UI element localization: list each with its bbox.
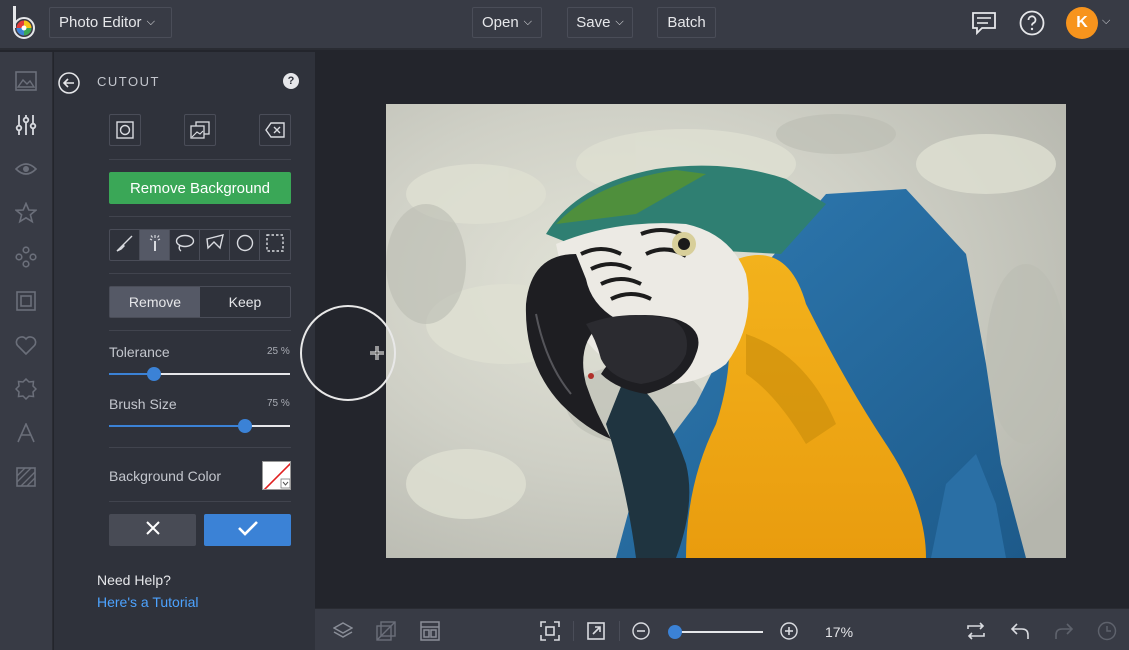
help-icon[interactable] bbox=[1018, 9, 1046, 37]
texture-icon[interactable] bbox=[14, 465, 38, 489]
zoom-percentage: 17% bbox=[825, 624, 854, 640]
brush-icon bbox=[116, 234, 134, 257]
redo-icon[interactable] bbox=[1053, 620, 1075, 642]
need-help-heading: Need Help? bbox=[97, 572, 171, 588]
brush-tool[interactable] bbox=[110, 230, 140, 260]
tolerance-label: Tolerance bbox=[109, 344, 170, 360]
app-logo[interactable] bbox=[10, 6, 40, 42]
divider bbox=[109, 159, 291, 160]
zoom-out-icon[interactable] bbox=[630, 620, 652, 642]
image-icon[interactable] bbox=[14, 69, 38, 93]
feedback-icon[interactable] bbox=[970, 9, 998, 37]
tolerance-slider[interactable] bbox=[109, 367, 290, 381]
rectangle-select-tool[interactable] bbox=[260, 230, 290, 260]
batch-label: Batch bbox=[667, 14, 706, 31]
layers-icon[interactable] bbox=[332, 620, 354, 642]
divider bbox=[109, 330, 291, 331]
save-button[interactable]: Save ⌵ bbox=[567, 7, 633, 38]
template-icon[interactable] bbox=[419, 620, 441, 642]
tutorial-link[interactable]: Here's a Tutorial bbox=[97, 594, 199, 610]
remove-mode-button[interactable]: Remove bbox=[110, 287, 200, 317]
brush-size-slider[interactable] bbox=[109, 419, 290, 433]
cutout-panel: CUTOUT ? Remove Background Remove Keep T… bbox=[54, 52, 315, 650]
tolerance-slider-handle[interactable] bbox=[147, 367, 162, 381]
frame-icon[interactable] bbox=[14, 289, 38, 313]
user-avatar[interactable]: K bbox=[1066, 7, 1098, 39]
circle-icon bbox=[236, 234, 254, 257]
open-button[interactable]: Open ⌵ bbox=[472, 7, 542, 38]
cancel-button[interactable] bbox=[109, 514, 196, 546]
back-arrow-icon[interactable] bbox=[58, 72, 80, 94]
bottom-bar: 17% bbox=[315, 608, 1129, 650]
zoom-slider[interactable] bbox=[675, 631, 763, 633]
chevron-down-icon: ⌵ bbox=[523, 16, 533, 28]
history-icon[interactable] bbox=[1096, 620, 1118, 642]
heart-icon[interactable] bbox=[14, 333, 38, 357]
lasso-tool[interactable] bbox=[170, 230, 200, 260]
magic-wand-icon bbox=[146, 234, 164, 257]
save-label: Save bbox=[576, 14, 611, 31]
adjust-sliders-icon[interactable] bbox=[14, 113, 38, 137]
brush-size-value: 75 % bbox=[267, 398, 290, 409]
brush-size-slider-handle[interactable] bbox=[237, 419, 252, 433]
divider bbox=[573, 621, 574, 641]
photo-parrot[interactable] bbox=[386, 104, 1066, 558]
open-label: Open bbox=[481, 14, 519, 31]
lasso-icon bbox=[175, 234, 195, 257]
ellipse-select-tool[interactable] bbox=[230, 230, 260, 260]
divider bbox=[619, 621, 620, 641]
overlays-icon[interactable] bbox=[14, 245, 38, 269]
dashed-rectangle-icon bbox=[266, 233, 284, 257]
top-bar: Photo Editor ⌵ Open ⌵ Save ⌵ Batch K ⌵ bbox=[0, 0, 1129, 50]
panel-header: CUTOUT ? bbox=[54, 68, 315, 96]
zoom-slider-handle[interactable] bbox=[668, 625, 682, 639]
divider bbox=[109, 501, 291, 502]
badge-icon[interactable] bbox=[14, 377, 38, 401]
magic-wand-tool[interactable] bbox=[140, 230, 170, 260]
remove-keep-toggle: Remove Keep bbox=[109, 286, 291, 318]
eraser-mode-button[interactable] bbox=[259, 114, 291, 146]
tolerance-value: 25 % bbox=[267, 346, 290, 357]
app-switcher-label: Photo Editor bbox=[59, 14, 142, 31]
panel-title: CUTOUT bbox=[97, 74, 160, 89]
text-icon[interactable] bbox=[14, 421, 38, 445]
canvas-area[interactable] bbox=[300, 52, 1129, 608]
fit-to-screen-icon[interactable] bbox=[539, 620, 561, 642]
chevron-down-icon: ⌵ bbox=[615, 16, 624, 28]
chevron-down-icon: ⌵ bbox=[146, 16, 155, 28]
background-color-label: Background Color bbox=[109, 468, 222, 484]
polygon-lasso-icon bbox=[205, 233, 225, 257]
cutout-foreground-mode-button[interactable] bbox=[184, 114, 216, 146]
swap-icon[interactable] bbox=[965, 620, 987, 642]
divider bbox=[109, 447, 291, 448]
star-icon[interactable] bbox=[14, 201, 38, 225]
chevron-down-icon[interactable]: ⌵ bbox=[1102, 15, 1110, 28]
keep-mode-button[interactable]: Keep bbox=[200, 287, 290, 317]
selection-tools bbox=[109, 229, 291, 261]
zoom-in-icon[interactable] bbox=[778, 620, 800, 642]
tool-category-rail bbox=[0, 52, 53, 650]
panel-help-icon[interactable]: ? bbox=[283, 73, 299, 89]
batch-button[interactable]: Batch bbox=[657, 7, 716, 38]
undo-icon[interactable] bbox=[1009, 620, 1031, 642]
divider bbox=[109, 216, 291, 217]
actual-size-icon[interactable] bbox=[585, 620, 607, 642]
checkmark-icon bbox=[237, 520, 258, 541]
compare-icon[interactable] bbox=[375, 620, 397, 642]
eye-icon[interactable] bbox=[14, 157, 38, 181]
background-color-swatch[interactable] bbox=[262, 461, 291, 490]
divider bbox=[109, 273, 291, 274]
remove-background-button[interactable]: Remove Background bbox=[109, 172, 291, 204]
apply-button[interactable] bbox=[204, 514, 291, 546]
close-icon bbox=[145, 520, 160, 540]
app-switcher[interactable]: Photo Editor ⌵ bbox=[49, 7, 172, 38]
crosshair-cursor-icon bbox=[369, 345, 385, 361]
cutout-shape-mode-button[interactable] bbox=[109, 114, 141, 146]
polygon-lasso-tool[interactable] bbox=[200, 230, 230, 260]
brush-size-label: Brush Size bbox=[109, 396, 177, 412]
brush-size-slider-fill bbox=[109, 425, 245, 427]
